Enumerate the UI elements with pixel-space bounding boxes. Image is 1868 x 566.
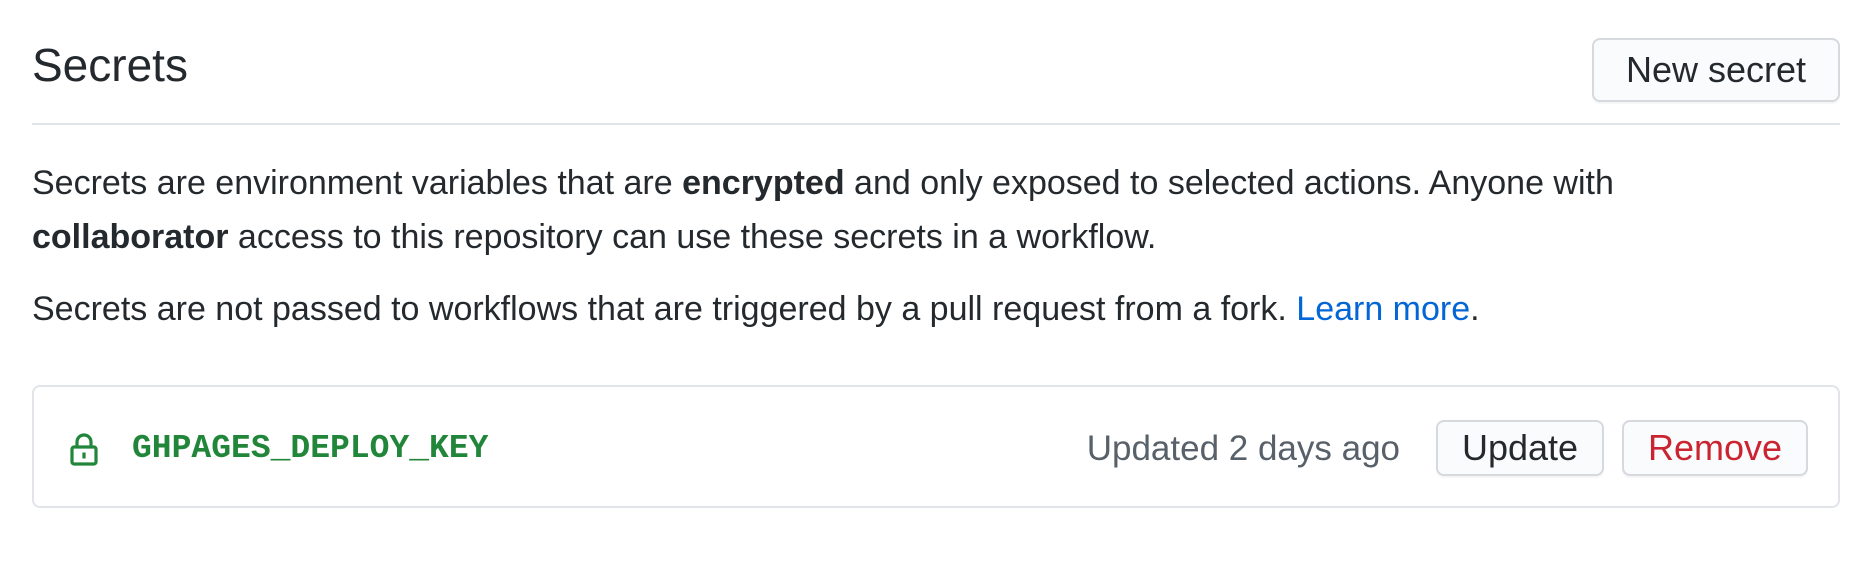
remove-secret-button[interactable]: Remove <box>1622 420 1808 476</box>
secrets-description: Secrets are environment variables that a… <box>32 156 1832 264</box>
fork-notice-text: Secrets are not passed to workflows that… <box>32 290 1297 328</box>
secrets-header: Secrets New secret <box>32 0 1840 125</box>
secret-updated-time: Updated 2 days ago <box>1086 429 1400 468</box>
learn-more-link[interactable]: Learn more <box>1296 290 1470 328</box>
secret-name: GHPAGES_DEPLOY_KEY <box>132 430 489 467</box>
encrypted-emphasis: encrypted <box>682 164 845 202</box>
fork-notice-period: . <box>1470 290 1480 328</box>
page-title: Secrets <box>32 39 188 91</box>
description-text: Secrets are environment variables that a… <box>32 164 683 202</box>
collaborator-emphasis: collaborator <box>32 218 229 256</box>
secret-row: GHPAGES_DEPLOY_KEY Updated 2 days ago Up… <box>32 385 1840 508</box>
new-secret-button[interactable]: New secret <box>1592 38 1840 102</box>
update-secret-button[interactable]: Update <box>1436 420 1604 476</box>
fork-notice: Secrets are not passed to workflows that… <box>32 282 1832 336</box>
description-text: and only exposed to selected actions. An… <box>844 164 1614 202</box>
lock-icon <box>70 432 98 466</box>
description-text: access to this repository can use these … <box>228 218 1157 256</box>
